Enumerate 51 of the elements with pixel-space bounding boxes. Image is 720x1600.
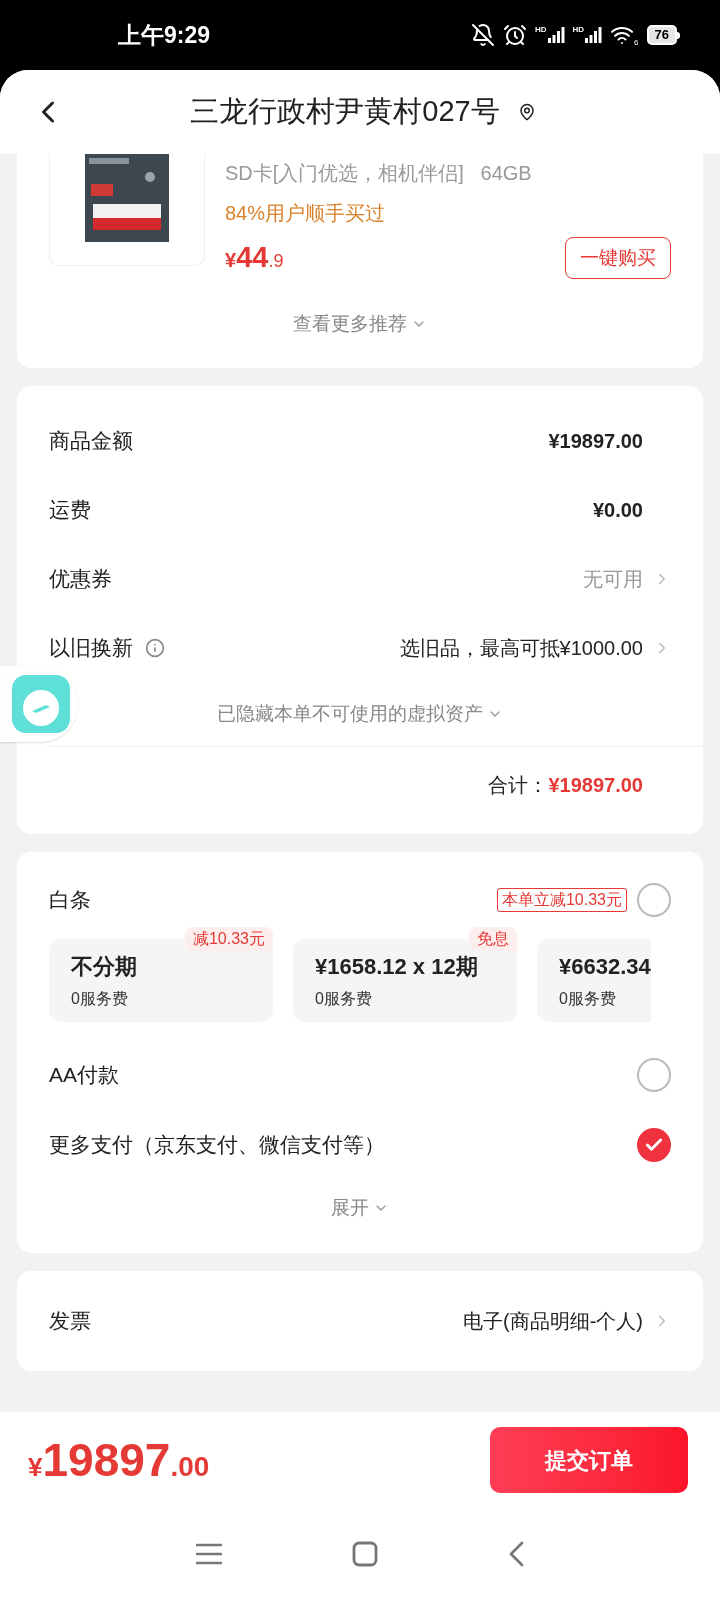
- payment-option-label: AA付款: [49, 1062, 119, 1089]
- submit-order-button[interactable]: 提交订单: [490, 1427, 688, 1493]
- location-icon[interactable]: [517, 103, 536, 121]
- purchase-note: 84%用户顺手买过: [225, 201, 387, 226]
- home-icon[interactable]: [352, 1541, 378, 1567]
- info-icon[interactable]: [145, 637, 165, 658]
- radio-checked[interactable]: [637, 1128, 671, 1162]
- summary-value: ¥19897.00: [548, 428, 643, 454]
- payment-option-label: 更多支付（京东支付、微信支付等）: [49, 1132, 385, 1159]
- payment-option-label: 白条: [49, 887, 91, 914]
- order-total-price: ¥19897.00: [28, 1432, 210, 1488]
- radio-button[interactable]: [637, 1058, 671, 1092]
- plan-fee: 0服务费: [559, 989, 617, 1009]
- summary-label: 以旧换新: [49, 634, 133, 661]
- summary-label: 商品金额: [49, 427, 133, 454]
- discount-badge: 本单立减10.33元: [496, 888, 627, 912]
- plan-title: ¥6632.34: [559, 953, 651, 981]
- summary-label: 优惠券: [49, 565, 112, 592]
- summary-value[interactable]: 无可用: [583, 563, 643, 594]
- plan-tag: 免息: [469, 927, 517, 951]
- invoice-label: 发票: [49, 1307, 91, 1334]
- plan-title: 不分期: [71, 953, 138, 981]
- signal-icon: [546, 26, 565, 44]
- summary-value[interactable]: 选旧品，最高可抵¥1000.00: [399, 632, 643, 663]
- menu-icon[interactable]: [196, 1543, 222, 1565]
- buy-now-button[interactable]: 一键购买: [565, 236, 671, 279]
- plan-title: ¥1658.12 x 12期: [315, 953, 479, 981]
- invoice-value[interactable]: 电子(商品明细-个人): [463, 1305, 643, 1336]
- status-time: 上午9:29: [118, 20, 211, 50]
- network-label: HD: [572, 26, 585, 34]
- hidden-assets-note[interactable]: 已隐藏本单不可使用的虚拟资产: [217, 699, 483, 729]
- mute-icon: [470, 23, 495, 47]
- expand-link[interactable]: 展开: [331, 1194, 369, 1223]
- alarm-icon: [502, 23, 527, 47]
- summary-label: 运费: [49, 496, 91, 523]
- plan-fee: 0服务费: [71, 989, 129, 1009]
- plan-fee: 0服务费: [315, 989, 373, 1009]
- battery-indicator: 76: [646, 25, 677, 45]
- total-amount: ¥19897.00: [548, 772, 643, 798]
- installment-plan[interactable]: ¥6632.34 0服务费: [537, 939, 651, 1022]
- network-label: HD: [534, 26, 547, 34]
- address-title: 三龙行政村尹黄村027号: [190, 94, 500, 130]
- more-recommendations-link[interactable]: 查看更多推荐: [293, 309, 407, 338]
- product-price: ¥44.9: [225, 240, 284, 275]
- summary-value: ¥0.00: [592, 497, 643, 523]
- product-name: SD卡[入门优选，相机伴侣] 64GB: [225, 161, 533, 186]
- total-label: 合计：: [488, 772, 549, 798]
- wifi-label: 6: [634, 39, 639, 47]
- signal-icon: [584, 26, 603, 44]
- radio-button[interactable]: [637, 883, 671, 917]
- plan-tag: 减10.33元: [184, 927, 273, 951]
